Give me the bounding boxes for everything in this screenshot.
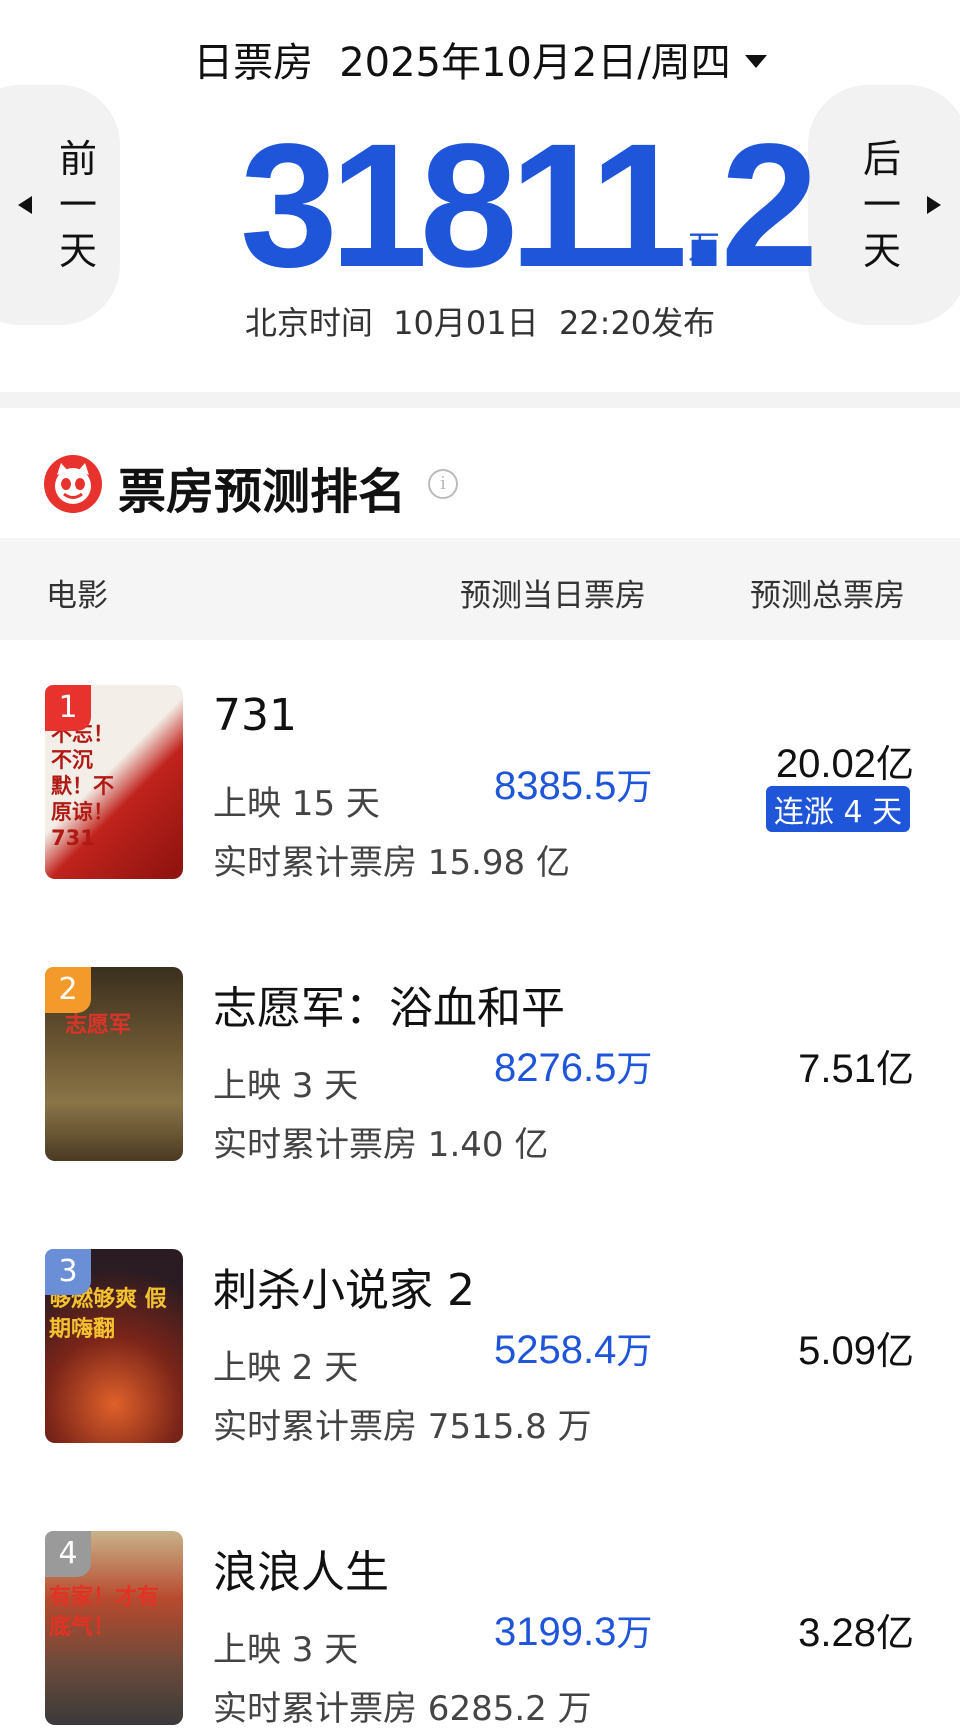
- predicted-total-unit: 亿: [875, 1611, 914, 1655]
- predicted-total: 20.02亿: [730, 733, 914, 788]
- chevron-down-icon[interactable]: [744, 54, 767, 68]
- movie-title[interactable]: 731: [213, 690, 297, 741]
- rank-badge: 3: [45, 1249, 91, 1295]
- predicted-total-value: 7.51: [798, 1047, 876, 1091]
- predicted-today-unit: 万: [616, 1049, 653, 1090]
- daily-box-office-label: 日票房: [193, 40, 314, 86]
- arrow-left-icon[interactable]: [18, 196, 32, 214]
- rank-badge: 4: [45, 1531, 91, 1577]
- predicted-total-unit: 亿: [875, 1329, 914, 1373]
- publish-time: 北京时间 10月01日 22:20发布: [244, 304, 716, 342]
- poster-text: 不忘！不沉默！不原谅！ 731: [51, 722, 114, 850]
- release-days: 上映 15 天: [213, 784, 380, 824]
- cumulative-box-office: 实时累计票房 1.40 亿: [213, 1125, 549, 1165]
- predicted-today: 3199.3万: [494, 1604, 652, 1656]
- rank-badge: 1: [45, 685, 91, 731]
- next-day-text: 后 一 天: [862, 137, 901, 273]
- date-text: 2025年10月2日/周四: [339, 40, 731, 86]
- predicted-today-unit: 万: [616, 1331, 653, 1372]
- poster-text: 有家！才有底气！: [49, 1585, 160, 1640]
- predicted-today-value: 3199.3: [494, 1610, 617, 1654]
- section-title: 票房预测排名: [118, 464, 407, 520]
- cat-logo-icon: [44, 455, 102, 513]
- column-total: 预测总票房: [750, 578, 905, 614]
- predicted-today-value: 8276.5: [494, 1046, 617, 1090]
- section-divider: [0, 392, 960, 408]
- predicted-total-value: 3.28: [798, 1611, 876, 1655]
- total-unit: 万: [688, 228, 721, 266]
- cumulative-box-office: 实时累计票房 6285.2 万: [213, 1689, 592, 1729]
- predicted-today: 5258.4万: [494, 1322, 652, 1374]
- rank-badge: 2: [45, 967, 91, 1013]
- predicted-total-value: 5.09: [798, 1329, 876, 1373]
- predicted-total-unit: 亿: [875, 1047, 914, 1091]
- column-today: 预测当日票房: [460, 578, 646, 614]
- column-movie: 电影: [46, 578, 108, 614]
- cumulative-box-office: 实时累计票房 7515.8 万: [213, 1407, 592, 1447]
- predicted-today-unit: 万: [616, 1613, 653, 1654]
- release-days: 上映 3 天: [213, 1630, 359, 1670]
- movie-title[interactable]: 志愿军：浴血和平: [213, 972, 565, 1036]
- prev-day-text: 前 一 天: [58, 137, 97, 273]
- info-icon[interactable]: i: [428, 469, 458, 499]
- prev-day-label[interactable]: 前 一 天: [55, 136, 101, 274]
- rise-streak-badge: 连涨 4 天: [766, 786, 911, 832]
- arrow-right-icon[interactable]: [927, 196, 941, 214]
- release-days: 上映 3 天: [213, 1066, 359, 1106]
- predicted-total-value: 20.02: [775, 742, 876, 786]
- release-days: 上映 2 天: [213, 1348, 359, 1388]
- predicted-total: 3.28亿: [730, 1602, 914, 1657]
- predicted-total-unit: 亿: [875, 742, 914, 786]
- predicted-today-unit: 万: [616, 767, 653, 808]
- total-box-office: 31811.2: [240, 108, 818, 304]
- predicted-today: 8385.5万: [494, 758, 652, 810]
- cumulative-box-office: 实时累计票房 15.98 亿: [213, 843, 570, 883]
- next-day-label[interactable]: 后 一 天: [859, 136, 905, 274]
- predicted-total: 5.09亿: [730, 1320, 914, 1375]
- predicted-today-value: 8385.5: [494, 764, 617, 808]
- predicted-today-value: 5258.4: [494, 1328, 617, 1372]
- predicted-total: 7.51亿: [730, 1038, 914, 1093]
- predicted-today: 8276.5万: [494, 1040, 652, 1092]
- movie-title[interactable]: 刺杀小说家 2: [213, 1254, 475, 1318]
- date-selector[interactable]: 日票房 2025年10月2日/周四: [0, 30, 960, 88]
- movie-title[interactable]: 浪浪人生: [213, 1536, 389, 1600]
